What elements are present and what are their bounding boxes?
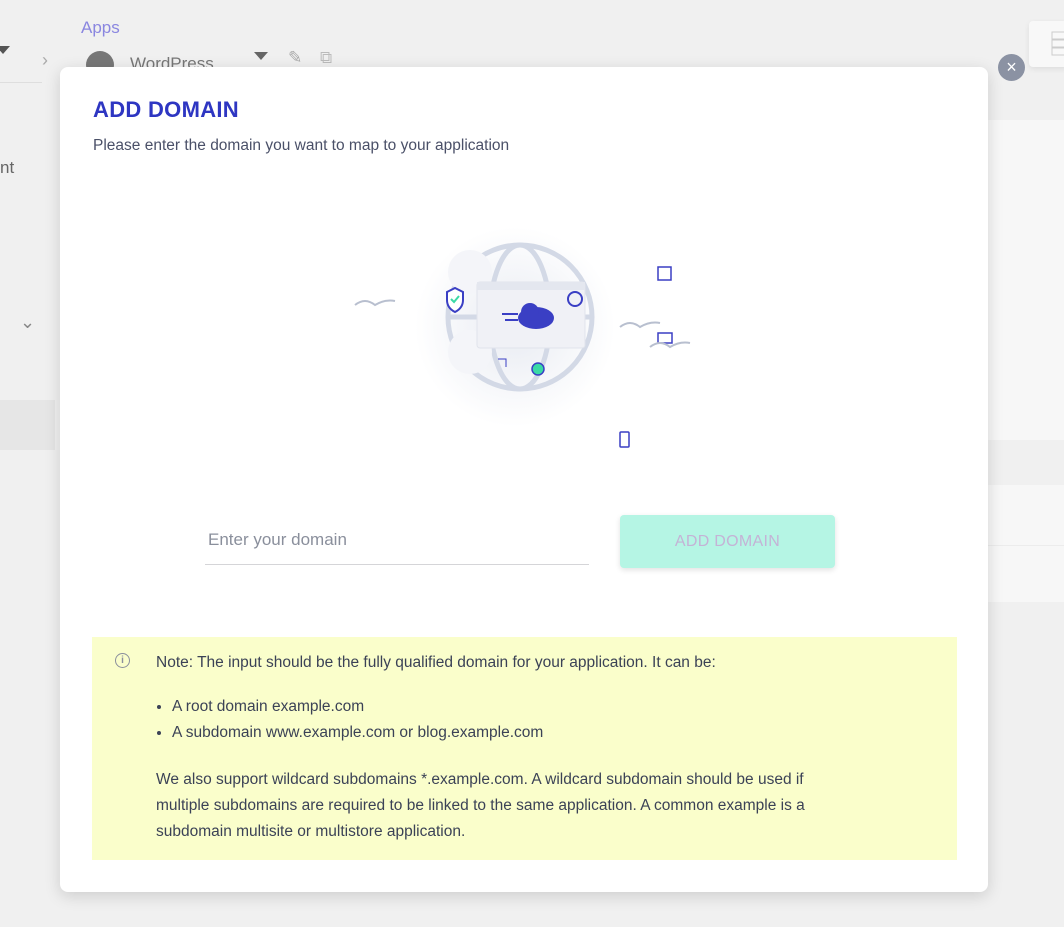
chevron-right-icon: › — [42, 50, 48, 70]
breadcrumb-apps[interactable]: Apps — [81, 18, 120, 38]
modal-subtitle: Please enter the domain you want to map … — [93, 137, 510, 154]
background-panel — [988, 120, 1064, 602]
server-button[interactable] — [1029, 21, 1064, 67]
modal-title: ADD DOMAIN — [93, 97, 239, 122]
info-icon: i — [115, 653, 130, 668]
note-intro: Note: The input should be the fully qual… — [156, 654, 716, 671]
note-box: i Note: The input should be the fully qu… — [92, 637, 957, 860]
add-domain-modal: ADD DOMAIN Please enter the domain you w… — [60, 67, 988, 892]
edit-icon[interactable]: ✎ — [288, 48, 302, 68]
sidebar-active-row[interactable] — [0, 400, 55, 450]
app-dropdown-icon[interactable] — [254, 52, 268, 60]
add-domain-button[interactable]: ADD DOMAIN — [620, 515, 835, 568]
note-list-item: A subdomain www.example.com or blog.exam… — [172, 724, 543, 742]
caret-down-icon[interactable] — [0, 46, 10, 54]
close-modal-button[interactable]: × — [998, 54, 1025, 81]
domain-illustration — [354, 227, 691, 448]
note-list-item: A root domain example.com — [172, 698, 543, 716]
divider — [988, 545, 1064, 546]
domain-input[interactable] — [205, 515, 589, 565]
chevron-down-icon[interactable]: ⌄ — [20, 312, 35, 333]
note-paragraph: We also support wildcard subdomains *.ex… — [156, 771, 805, 840]
note-list: A root domain example.com A subdomain ww… — [172, 698, 543, 750]
divider — [0, 82, 42, 83]
sidebar-partial-text: nt — [0, 158, 15, 177]
external-link-icon[interactable]: ⧉ — [320, 48, 332, 68]
divider — [988, 440, 1064, 485]
server-icon — [1051, 31, 1064, 56]
